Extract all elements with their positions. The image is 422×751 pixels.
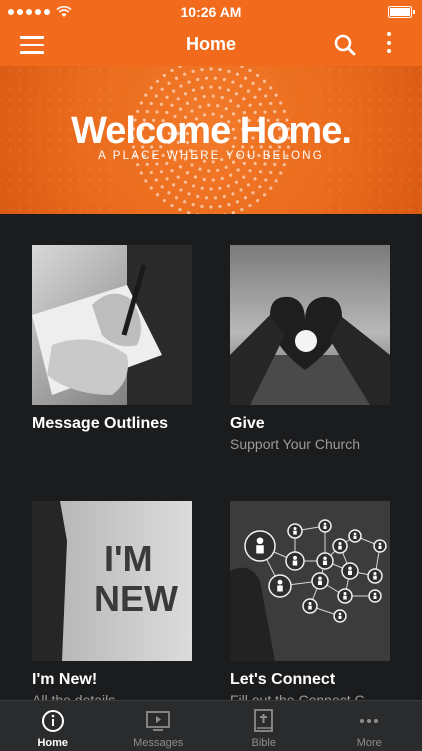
tab-bar: Home Messages Bible More <box>0 700 422 751</box>
bible-icon <box>252 709 276 733</box>
tab-home[interactable]: Home <box>0 701 106 751</box>
network-image <box>230 501 390 661</box>
video-icon <box>146 709 170 733</box>
overflow-menu-icon[interactable] <box>384 32 394 58</box>
tile-title: Message Outlines <box>32 415 192 433</box>
status-time: 10:26 AM <box>0 4 422 20</box>
banner-title: Welcome Home. <box>0 110 422 153</box>
search-icon[interactable] <box>333 33 357 57</box>
tab-messages[interactable]: Messages <box>106 701 212 751</box>
tab-label: Messages <box>106 737 212 749</box>
tab-more[interactable]: More <box>317 701 422 751</box>
info-icon <box>41 709 65 733</box>
status-bar: 10:26 AM <box>0 0 422 24</box>
tab-label: Bible <box>211 737 317 749</box>
battery-icon <box>388 6 412 18</box>
tile-title: Let's Connect <box>230 671 390 689</box>
tile-lets-connect[interactable]: Let's Connect Fill out the Connect C <box>230 501 390 708</box>
nav-bar: Home <box>0 24 422 66</box>
tab-bible[interactable]: Bible <box>211 701 317 751</box>
writing-hands-image <box>32 245 192 405</box>
tile-message-outlines[interactable]: Message Outlines <box>32 245 192 436</box>
tile-give[interactable]: Give Support Your Church <box>230 245 390 452</box>
heart-hands-image <box>230 245 390 405</box>
tab-label: More <box>317 737 422 749</box>
im-new-word-1: I'M <box>104 538 153 579</box>
page-title: Home <box>0 24 422 66</box>
tile-im-new[interactable]: I'M NEW I'm New! All the details <box>32 501 192 708</box>
im-new-image: I'M NEW <box>32 501 192 661</box>
tile-subtitle: Support Your Church <box>230 436 410 452</box>
tile-title: I'm New! <box>32 671 192 689</box>
tile-title: Give <box>230 415 390 433</box>
tab-label: Home <box>0 737 106 749</box>
welcome-banner[interactable]: Welcome Home. A PLACE WHERE YOU BELONG <box>0 66 422 214</box>
more-icon <box>357 709 381 733</box>
banner-subtitle: A PLACE WHERE YOU BELONG <box>0 150 422 162</box>
im-new-word-2: NEW <box>94 578 178 619</box>
